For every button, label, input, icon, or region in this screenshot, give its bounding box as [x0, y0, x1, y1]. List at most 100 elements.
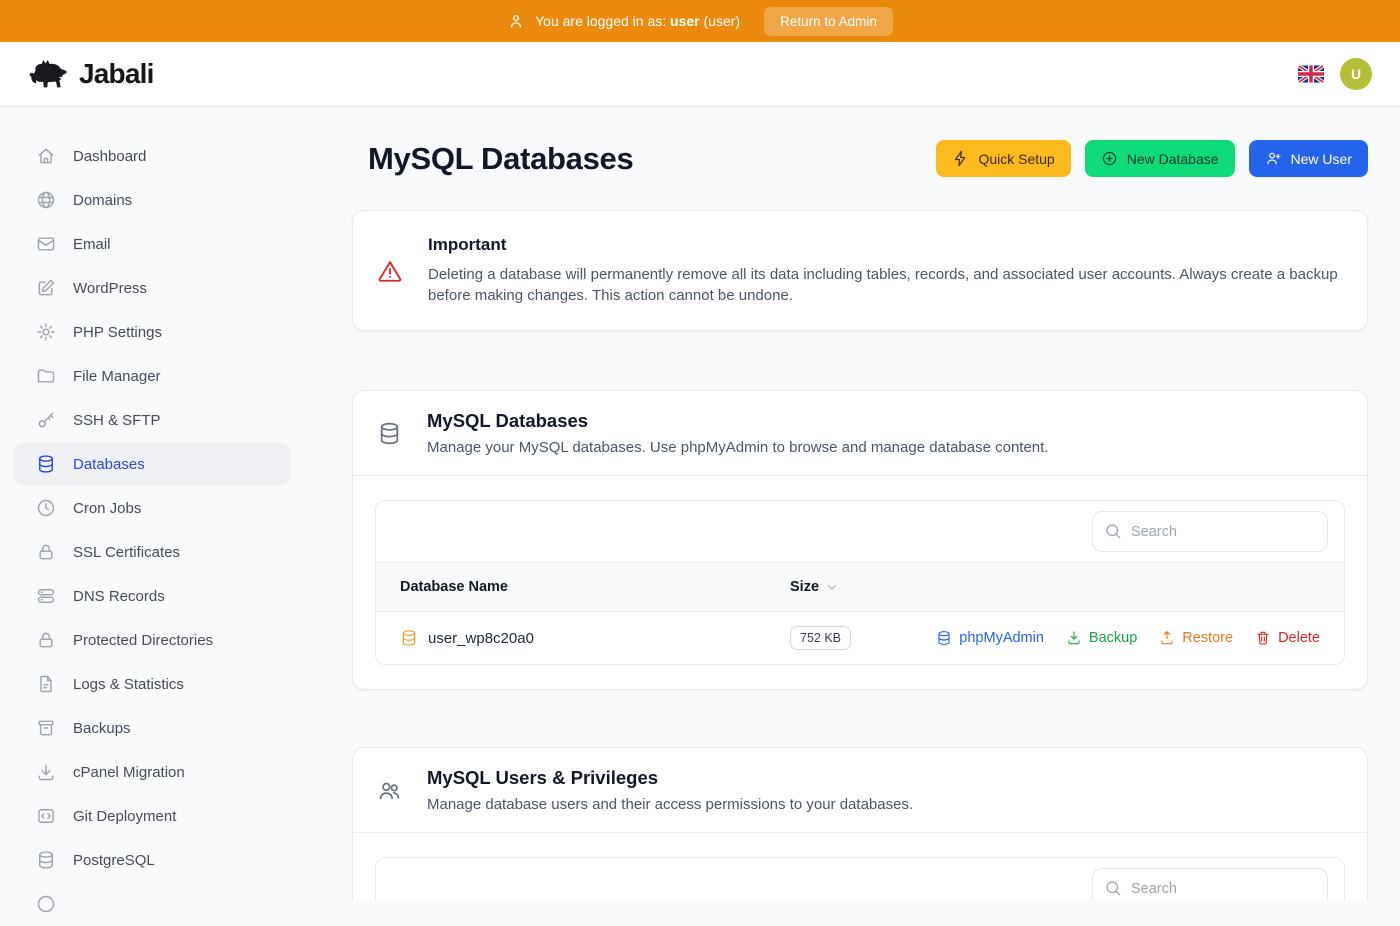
sidebar-item-label: Email: [73, 236, 111, 253]
databases-table-header: Database Name Size: [376, 562, 1344, 611]
users-icon: [377, 778, 402, 803]
brand[interactable]: Jabali: [28, 57, 154, 91]
lock-icon: [36, 630, 56, 650]
language-flag-icon[interactable]: [1298, 65, 1324, 83]
sidebar-item-cpanel-migration[interactable]: cPanel Migration: [14, 750, 290, 794]
databases-card-description: Manage your MySQL databases. Use phpMyAd…: [427, 439, 1048, 456]
users-card-description: Manage database users and their access p…: [427, 796, 913, 813]
download-tray-icon: [36, 762, 56, 782]
sidebar-item-php-settings[interactable]: PHP Settings: [14, 310, 290, 354]
new-user-button[interactable]: New User: [1249, 140, 1368, 177]
database-icon: [377, 421, 402, 446]
sidebar-item-backups[interactable]: Backups: [14, 706, 290, 750]
lock-icon: [36, 542, 56, 562]
databases-card-title: MySQL Databases: [427, 410, 1048, 432]
search-icon: [1104, 522, 1122, 540]
clock-icon: [36, 498, 56, 518]
user-avatar[interactable]: U: [1340, 58, 1372, 90]
download-icon: [1066, 630, 1082, 646]
sidebar-item-label: Logs & Statistics: [73, 676, 184, 693]
sidebar-item-domains[interactable]: Domains: [14, 178, 290, 222]
key-icon: [36, 410, 56, 430]
backup-button[interactable]: Backup: [1066, 630, 1137, 646]
brand-name: Jabali: [79, 58, 154, 90]
database-size-badge: 752 KB: [790, 626, 851, 650]
quick-setup-button[interactable]: Quick Setup: [936, 140, 1070, 177]
banner-username: user: [670, 13, 700, 29]
sidebar-item-wordpress[interactable]: WordPress: [14, 266, 290, 310]
sidebar-item-ssh-sftp[interactable]: SSH & SFTP: [14, 398, 290, 442]
sidebar-item-postgresql[interactable]: PostgreSQL: [14, 838, 290, 882]
plus-circle-icon: [1101, 150, 1118, 167]
sidebar-item-label: Backups: [73, 720, 131, 737]
chevron-down-icon: [825, 580, 839, 594]
sidebar-item-label: cPanel Migration: [73, 764, 185, 781]
code-icon: [36, 806, 56, 826]
mail-icon: [36, 234, 56, 254]
edit-icon: [36, 278, 56, 298]
warning-body: Deleting a database will permanently rem…: [428, 264, 1343, 306]
column-size[interactable]: Size: [790, 579, 839, 595]
sidebar: Dashboard Domains Email WordPress PHP Settin…: [0, 107, 304, 900]
circle-icon: [36, 894, 56, 914]
search-icon: [1104, 879, 1122, 897]
server-icon: [36, 586, 56, 606]
user-plus-icon: [1265, 150, 1282, 167]
sidebar-item-label: Cron Jobs: [73, 500, 141, 517]
impersonation-banner: You are logged in as: user (user) Return…: [0, 0, 1400, 42]
warning-triangle-icon: [377, 258, 403, 284]
database-icon: [36, 454, 56, 474]
banner-message: You are logged in as: user (user): [535, 13, 740, 29]
sidebar-item-logs-statistics[interactable]: Logs & Statistics: [14, 662, 290, 706]
sidebar-item-label: PostgreSQL: [73, 852, 155, 869]
sidebar-item-label: WordPress: [73, 280, 147, 297]
page-title: MySQL Databases: [368, 141, 633, 177]
database-icon: [936, 630, 952, 646]
document-icon: [36, 674, 56, 694]
sidebar-item-file-manager[interactable]: File Manager: [14, 354, 290, 398]
column-database-name: Database Name: [400, 579, 790, 595]
sidebar-item-label: Databases: [73, 456, 145, 473]
phpmyadmin-link[interactable]: phpMyAdmin: [936, 630, 1044, 646]
return-to-admin-button[interactable]: Return to Admin: [764, 7, 893, 36]
sidebar-item-dns-records[interactable]: DNS Records: [14, 574, 290, 618]
app-header: Jabali U: [0, 42, 1400, 107]
sidebar-item-label: Domains: [73, 192, 132, 209]
delete-button[interactable]: Delete: [1255, 630, 1320, 646]
archive-icon: [36, 718, 56, 738]
home-icon: [36, 146, 56, 166]
database-row-icon: [400, 629, 418, 647]
mysql-databases-card: MySQL Databases Manage your MySQL databa…: [352, 390, 1368, 690]
globe-icon: [36, 190, 56, 210]
sidebar-item-label: Dashboard: [73, 148, 146, 165]
users-card-title: MySQL Users & Privileges: [427, 767, 913, 789]
sidebar-item-databases[interactable]: Databases: [14, 442, 290, 486]
sidebar-item-ssl-certificates[interactable]: SSL Certificates: [14, 530, 290, 574]
restore-button[interactable]: Restore: [1159, 630, 1233, 646]
database-table-row: user_wp8c20a0 752 KB phpMyAdmin Backup: [376, 611, 1344, 664]
new-database-button[interactable]: New Database: [1085, 140, 1235, 177]
trash-icon: [1255, 630, 1271, 646]
sidebar-item-dashboard[interactable]: Dashboard: [14, 134, 290, 178]
sidebar-item-label: SSL Certificates: [73, 544, 180, 561]
sidebar-item-label: Git Deployment: [73, 808, 176, 825]
upload-icon: [1159, 630, 1175, 646]
banner-role: (user): [704, 13, 741, 29]
sidebar-item-cron-jobs[interactable]: Cron Jobs: [14, 486, 290, 530]
sidebar-item-label: Protected Directories: [73, 632, 213, 649]
sidebar-item-email[interactable]: Email: [14, 222, 290, 266]
databases-search-input[interactable]: [1092, 511, 1328, 552]
important-warning-card: Important Deleting a database will perma…: [352, 210, 1368, 331]
database-icon: [36, 850, 56, 870]
main-content: MySQL Databases Quick Setup New Database…: [304, 107, 1400, 900]
database-name-cell: user_wp8c20a0: [400, 629, 790, 647]
users-search-input[interactable]: [1092, 868, 1328, 900]
user-icon: [507, 12, 525, 30]
sidebar-item-label: DNS Records: [73, 588, 165, 605]
sidebar-item-git-deployment[interactable]: Git Deployment: [14, 794, 290, 838]
sidebar-item-protected-directories[interactable]: Protected Directories: [14, 618, 290, 662]
sidebar-item-label: File Manager: [73, 368, 161, 385]
jabali-boar-logo-icon: [28, 57, 70, 91]
sidebar-item-item[interactable]: [14, 882, 290, 926]
bolt-icon: [952, 150, 969, 167]
